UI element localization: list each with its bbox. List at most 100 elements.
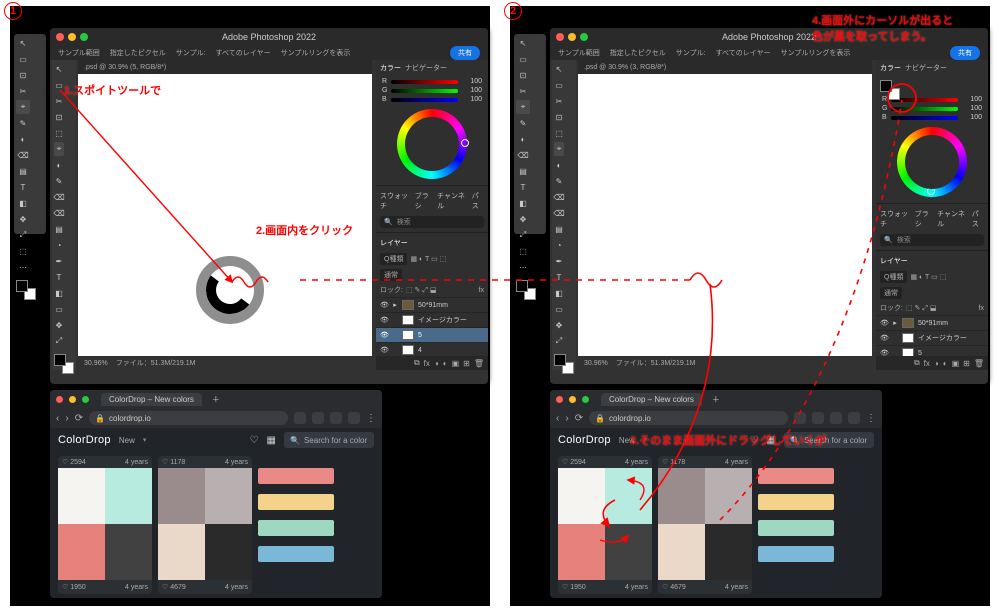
opt-all-layers[interactable]: すべてのレイヤー	[216, 48, 271, 58]
canvas[interactable]	[78, 74, 372, 356]
ext-icon-2[interactable]	[312, 412, 324, 424]
tool-gradient[interactable]: ▤	[54, 222, 64, 236]
br-zoom-icon[interactable]	[82, 396, 89, 403]
br-close-icon[interactable]	[56, 396, 63, 403]
fg-bg-swatch-right[interactable]	[516, 280, 536, 300]
eye-icon[interactable]: 👁	[380, 346, 388, 354]
ft-marquee[interactable]: ▭	[16, 52, 30, 66]
ft-more[interactable]: ⋯	[16, 260, 30, 274]
eye-icon[interactable]: 👁	[880, 334, 888, 342]
tool-pen[interactable]: ✒	[54, 254, 64, 268]
tool-type[interactable]: T	[54, 270, 64, 284]
tool-rect[interactable]: ▭	[54, 302, 64, 316]
cd-nav-new[interactable]: New	[119, 436, 135, 445]
zoom-level[interactable]: 30.96%	[84, 360, 108, 367]
fx-icon[interactable]: fx	[479, 287, 484, 294]
ft-brush[interactable]: ✎	[16, 116, 30, 130]
br-min-icon[interactable]	[69, 396, 76, 403]
ft-lasso[interactable]: ✂	[16, 84, 30, 98]
palette-card-1-right[interactable]: ♡ 25944 years ♡ 19504 years	[558, 456, 652, 594]
palette-card-2-right[interactable]: ♡ 11784 years ♡ 46794 years	[658, 456, 752, 594]
canvas-right[interactable]	[578, 74, 872, 356]
tool-stamp[interactable]: ⌫	[54, 190, 64, 204]
tool-marquee[interactable]: ▭	[54, 78, 64, 92]
cd-search[interactable]: 🔍 Search for a color	[284, 432, 374, 448]
tool-blur[interactable]: ◔	[54, 238, 64, 252]
opt-sample-range[interactable]: サンプル範囲	[58, 48, 100, 58]
fgbg-swatch[interactable]	[54, 354, 74, 374]
color-wheel[interactable]	[397, 109, 467, 179]
layer-row[interactable]: 👁▸50*91mm	[376, 297, 488, 312]
eye-icon[interactable]: 👁	[880, 319, 888, 327]
tab-brush[interactable]: ブラシ	[415, 191, 433, 211]
blend-mode[interactable]: 通常	[380, 269, 402, 281]
ext-icon-1[interactable]	[294, 412, 306, 424]
new-layer-icon[interactable]: ⊞	[463, 359, 470, 368]
color-wheel-right[interactable]	[897, 127, 967, 197]
tool-eyedropper-right[interactable]: ⌖	[554, 142, 564, 156]
new-tab-button[interactable]: ＋	[212, 394, 220, 405]
slider-g[interactable]	[391, 89, 458, 93]
ft-type[interactable]: T	[16, 180, 30, 194]
tab-swatch[interactable]: スウォッチ	[380, 191, 411, 211]
opt-show-ring[interactable]: サンプルリングを表示	[281, 48, 351, 58]
palette-card-1[interactable]: ♡ 25944 years ♡ 19504 years	[58, 456, 152, 594]
trash-icon[interactable]: 🗑	[474, 359, 484, 368]
rail-fgbg-swatch[interactable]	[880, 80, 900, 100]
tool-hand[interactable]: ✥	[54, 318, 64, 332]
layer-row[interactable]: 👁▸50*91mm	[876, 315, 988, 330]
share-button[interactable]: 共有	[450, 46, 480, 60]
grid-icon[interactable]: ▦	[267, 435, 276, 446]
layer-row[interactable]: 👁5	[876, 345, 988, 356]
ft-heal[interactable]: ◐	[16, 132, 30, 146]
layer-row[interactable]: 👁4	[376, 342, 488, 356]
browser-tab[interactable]: ColorDrop – New colors	[101, 393, 202, 406]
fwd-icon[interactable]: ›	[65, 413, 68, 424]
palette-card-2[interactable]: ♡ 11784 years ♡ 46794 years	[158, 456, 252, 594]
ft-zoom[interactable]: ⤢	[16, 228, 30, 242]
ft-rect[interactable]: ⬚	[16, 244, 30, 258]
tool-move[interactable]: ↖	[54, 62, 64, 76]
doc-tab-right[interactable]: .psd @ 30.9% (3, RGB/8*)	[578, 60, 872, 74]
eye-icon[interactable]: 👁	[880, 349, 888, 356]
tool-heal[interactable]: ◐	[54, 158, 64, 172]
ext-icon-4[interactable]	[348, 412, 360, 424]
link-icon[interactable]: ⧉	[414, 358, 420, 368]
tool-eyedropper[interactable]: ⌖	[54, 142, 64, 156]
tool-zoom[interactable]: ⤢	[54, 334, 64, 348]
address-bar[interactable]: 🔒 colordrop.io	[89, 411, 288, 425]
tool-frame[interactable]: ⬚	[54, 126, 64, 140]
ft-hand[interactable]: ✥	[16, 212, 30, 226]
eye-icon[interactable]: 👁	[380, 331, 388, 339]
layer-row[interactable]: 👁イメージカラー	[376, 312, 488, 327]
heart-icon[interactable]: ♡	[250, 435, 259, 446]
swatch-search[interactable]: 🔍 検索	[380, 216, 484, 228]
tab-layers[interactable]: レイヤー	[380, 238, 408, 248]
ft-path[interactable]: ◧	[16, 196, 30, 210]
ft-grad[interactable]: ▤	[16, 164, 30, 178]
adjust-icon[interactable]: ◐	[443, 359, 448, 368]
ft-eyedropper-right[interactable]: ⌖	[516, 100, 530, 114]
fx-add-icon[interactable]: fx	[424, 359, 430, 368]
layer-filter[interactable]: Q種類	[380, 253, 407, 265]
layer-row[interactable]: 👁5	[376, 327, 488, 342]
eye-icon[interactable]: 👁	[380, 301, 388, 309]
opt-point[interactable]: 指定したピクセル	[110, 48, 166, 58]
mask-icon[interactable]: ◑	[434, 359, 439, 368]
slider-r[interactable]	[391, 80, 458, 84]
tab-color[interactable]: カラー	[380, 63, 401, 73]
back-icon[interactable]: ‹	[56, 413, 59, 424]
slider-b[interactable]	[391, 98, 458, 102]
menu-icon[interactable]: ⋮	[366, 413, 376, 424]
tool-eraser[interactable]: ⌫	[54, 206, 64, 220]
tab-channel[interactable]: チャンネル	[437, 191, 468, 211]
ft-stamp[interactable]: ⌫	[16, 148, 30, 162]
layer-row[interactable]: 👁イメージカラー	[876, 330, 988, 345]
fg-bg-swatch[interactable]	[16, 280, 36, 300]
cd-logo[interactable]: ColorDrop	[58, 434, 111, 446]
tool-path[interactable]: ◧	[54, 286, 64, 300]
tool-lasso[interactable]: ✂	[54, 94, 64, 108]
tab-path[interactable]: パス	[472, 191, 484, 211]
ft-move[interactable]: ↖	[16, 36, 30, 50]
ext-icon-3[interactable]	[330, 412, 342, 424]
